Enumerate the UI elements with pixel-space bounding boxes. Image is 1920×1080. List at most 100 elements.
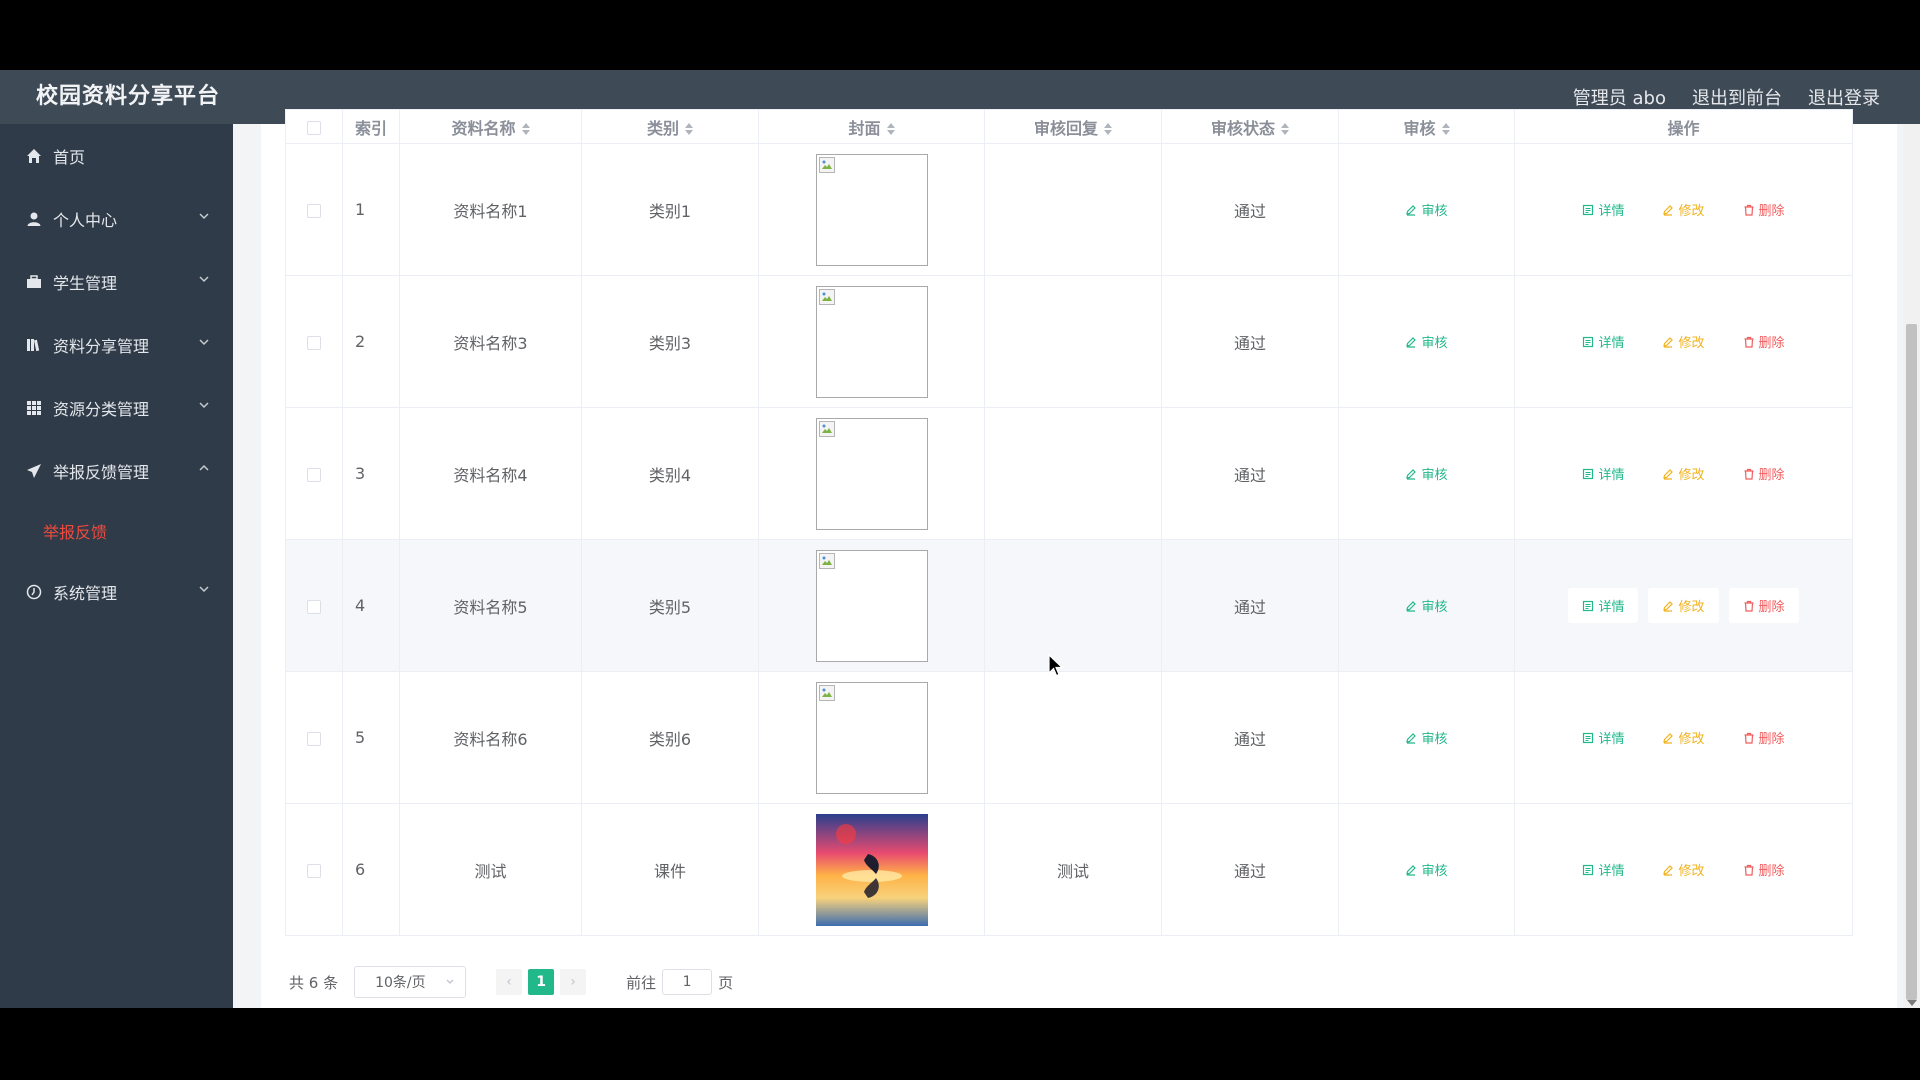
delete-button[interactable]: 删除: [1729, 324, 1799, 359]
column-header-category[interactable]: 类别: [581, 109, 759, 144]
row-material-name: 测试: [399, 803, 582, 936]
delete-button[interactable]: 删除: [1729, 852, 1799, 887]
column-header-review[interactable]: 审核: [1338, 109, 1515, 144]
review-label: 审核: [1421, 468, 1448, 483]
delete-button[interactable]: 删除: [1728, 588, 1799, 623]
edit-button[interactable]: 修改: [1648, 192, 1718, 227]
edit-button[interactable]: 修改: [1648, 324, 1718, 359]
sort-icon[interactable]: [521, 123, 530, 135]
sidebar-item-home[interactable]: 首页: [0, 124, 233, 187]
select-all-checkbox[interactable]: [307, 120, 321, 135]
sidebar-item-system-management[interactable]: 系统管理: [0, 560, 233, 623]
row-checkbox[interactable]: [307, 467, 321, 482]
table-row[interactable]: 5 资料名称6 类别6 通过 审核 详情 修改 删除: [285, 671, 1853, 804]
edit-button[interactable]: 修改: [1648, 588, 1719, 623]
scrollbar-thumb[interactable]: [1906, 324, 1917, 1000]
page-number-button[interactable]: 1: [528, 969, 555, 995]
prev-page-button[interactable]: ‹: [496, 969, 523, 995]
review-button[interactable]: 审核: [1391, 852, 1461, 887]
delete-button[interactable]: 删除: [1729, 456, 1799, 491]
row-select-cell[interactable]: [285, 407, 343, 540]
table-row[interactable]: 2 资料名称3 类别3 通过 审核 详情 修改 删除: [285, 275, 1853, 408]
sidebar-item-student-management[interactable]: 学生管理: [0, 250, 233, 313]
delete-button[interactable]: 删除: [1729, 720, 1799, 755]
row-select-cell[interactable]: [285, 803, 343, 936]
row-review-reply: [984, 275, 1162, 408]
scroll-down-arrow-icon[interactable]: [1907, 1000, 1917, 1006]
detail-button[interactable]: 详情: [1568, 720, 1638, 755]
sidebar-item-report-feedback-management[interactable]: 举报反馈管理: [0, 439, 233, 502]
sidebar-item-resource-category-management[interactable]: 资源分类管理: [0, 376, 233, 439]
detail-button[interactable]: 详情: [1568, 324, 1638, 359]
cover-image[interactable]: [815, 285, 928, 398]
next-page-button[interactable]: ›: [560, 969, 587, 995]
detail-button[interactable]: 详情: [1568, 192, 1638, 227]
exit-to-front-link[interactable]: 退出到前台: [1692, 84, 1782, 110]
cover-image[interactable]: [815, 417, 928, 530]
row-index: 3: [342, 407, 400, 540]
review-button[interactable]: 审核: [1391, 456, 1461, 491]
row-checkbox[interactable]: [307, 731, 321, 746]
review-button[interactable]: 审核: [1391, 720, 1461, 755]
row-review-reply: [984, 407, 1162, 540]
table-row[interactable]: 1 资料名称1 类别1 通过 审核 详情 修改 删除: [285, 143, 1853, 276]
table-row[interactable]: 6 测试 课件 测试 通过 审核 详情 修改 删除: [285, 803, 1853, 936]
letterbox-bottom: [0, 1008, 1920, 1080]
row-checkbox[interactable]: [307, 203, 321, 218]
column-header-review-reply[interactable]: 审核回复: [984, 109, 1162, 144]
sort-icon[interactable]: [1104, 123, 1112, 135]
review-button[interactable]: 审核: [1391, 192, 1461, 227]
row-index: 6: [342, 803, 400, 936]
sort-icon[interactable]: [1281, 123, 1289, 135]
column-header-actions: 操作: [1514, 109, 1853, 144]
sort-icon[interactable]: [1441, 123, 1450, 135]
cover-image[interactable]: [815, 813, 928, 926]
sidebar-item-personal-center[interactable]: 个人中心: [0, 187, 233, 250]
row-select-cell[interactable]: [285, 539, 343, 672]
row-index: 2: [342, 275, 400, 408]
page-size-select[interactable]: 10条/页: [354, 966, 467, 998]
mouse-cursor-icon: [1048, 654, 1064, 677]
row-checkbox[interactable]: [307, 599, 321, 614]
row-category: 类别4: [581, 407, 759, 540]
review-button[interactable]: 审核: [1391, 588, 1461, 623]
document-icon: [1582, 468, 1594, 480]
cover-image[interactable]: [815, 681, 928, 794]
edit-button[interactable]: 修改: [1648, 720, 1718, 755]
row-select-cell[interactable]: [285, 275, 343, 408]
detail-button[interactable]: 详情: [1568, 852, 1638, 887]
sort-icon[interactable]: [685, 123, 693, 135]
delete-button[interactable]: 删除: [1729, 192, 1799, 227]
row-select-cell[interactable]: [285, 671, 343, 804]
sidebar-item-material-share-management[interactable]: 资料分享管理: [0, 313, 233, 376]
detail-button[interactable]: 详情: [1568, 456, 1638, 491]
table-row[interactable]: 3 资料名称4 类别4 通过 审核 详情 修改 删除: [285, 407, 1853, 540]
logout-link[interactable]: 退出登录: [1808, 84, 1880, 110]
row-select-cell[interactable]: [285, 143, 343, 276]
edit-button[interactable]: 修改: [1648, 456, 1718, 491]
table-row[interactable]: 4 资料名称5 类别5 通过 审核 详情 修改 删除: [285, 539, 1853, 672]
cover-image[interactable]: [815, 153, 928, 266]
review-label: 审核: [1421, 336, 1448, 351]
vertical-scrollbar[interactable]: [1903, 124, 1920, 1008]
row-category: 类别3: [581, 275, 759, 408]
sidebar-subitem-report-feedback[interactable]: 举报反馈: [0, 502, 233, 560]
admin-username[interactable]: 管理员 abo: [1573, 84, 1666, 110]
sort-icon[interactable]: [886, 123, 895, 135]
edit-icon: [1662, 336, 1674, 348]
column-header-name[interactable]: 资料名称: [399, 109, 582, 144]
column-header-review-status[interactable]: 审核状态: [1161, 109, 1339, 144]
cover-image[interactable]: [815, 549, 928, 662]
review-button[interactable]: 审核: [1391, 324, 1461, 359]
row-checkbox[interactable]: [307, 863, 321, 878]
goto-page-input[interactable]: [662, 969, 713, 995]
delete-label: 删除: [1758, 468, 1785, 483]
broken-image-icon: [818, 156, 835, 173]
row-checkbox[interactable]: [307, 335, 321, 350]
sidebar-item-label: 首页: [53, 147, 86, 167]
detail-button[interactable]: 详情: [1568, 588, 1639, 623]
column-header-cover[interactable]: 封面: [758, 109, 985, 144]
row-review-status: 通过: [1161, 275, 1339, 408]
select-all-header[interactable]: [285, 109, 343, 144]
edit-button[interactable]: 修改: [1648, 852, 1718, 887]
